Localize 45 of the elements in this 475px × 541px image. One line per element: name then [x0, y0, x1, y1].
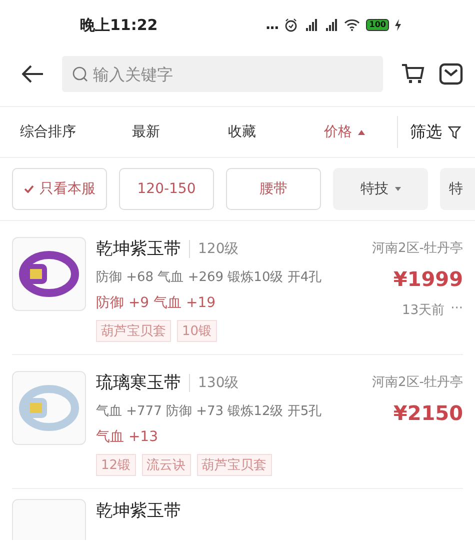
item-stats: 防御 +68 气血 +269 锻炼10级 开4孔	[96, 269, 323, 286]
alarm-icon	[284, 18, 298, 32]
filter-chip[interactable]: 120-150	[119, 168, 214, 210]
item-price: ¥2150	[393, 401, 463, 425]
battery-level: 100	[366, 19, 389, 31]
item-bonus: 气血 +13	[96, 428, 159, 446]
item-tag: 12锻	[96, 454, 136, 476]
item-level: 120级	[189, 240, 239, 258]
item-tag: 葫芦宝贝套	[96, 320, 171, 342]
item-name[interactable]: 琉璃寒玉带	[96, 371, 181, 394]
filter-icon	[448, 126, 461, 138]
item-tag: 葫芦宝贝套	[196, 454, 272, 476]
check-icon	[24, 185, 34, 193]
cart-icon[interactable]	[401, 63, 425, 85]
item-tag: 10锻	[177, 320, 217, 342]
back-icon[interactable]	[22, 65, 44, 83]
status-time: 晚上11:22	[80, 16, 158, 34]
item-level: 130级	[189, 374, 239, 392]
item-tag: 流云诀	[142, 454, 191, 476]
more-button[interactable]: ···	[450, 301, 463, 319]
filter-chip[interactable]: 只看本服	[12, 168, 107, 210]
filter-chip[interactable]: 腰带	[226, 168, 321, 210]
server-name: 河南2区-牡丹亭	[372, 240, 463, 257]
wifi-icon	[344, 19, 360, 31]
message-icon[interactable]	[439, 63, 463, 85]
charging-icon	[395, 19, 401, 31]
server-name: 河南2区-牡丹亭	[372, 374, 463, 391]
item-name[interactable]: 乾坤紫玉带	[96, 237, 181, 260]
item-stats: 气血 +777 防御 +73 锻炼12级 开5孔	[96, 403, 323, 420]
filter-chip[interactable]: 特技	[333, 168, 428, 210]
signal-icon	[304, 19, 318, 31]
item-name[interactable]: 乾坤紫玉带	[96, 499, 181, 522]
search-field[interactable]: 输入关键字	[62, 56, 383, 92]
sort-tab[interactable]: 价格	[308, 123, 388, 141]
sort-tab[interactable]: 最新	[116, 123, 212, 141]
listed-time: 13天前	[402, 302, 445, 319]
filter-button[interactable]: 筛选	[398, 122, 475, 142]
caret-icon	[394, 187, 400, 191]
sort-tab[interactable]: 收藏	[212, 123, 308, 141]
notification-dots: ...	[265, 17, 278, 33]
item-bonus: 防御 +9 气血 +19	[96, 294, 217, 312]
sort-tab[interactable]: 综合排序	[20, 123, 116, 141]
item-price: ¥1999	[393, 267, 463, 291]
signal-icon	[324, 19, 338, 31]
filter-chip[interactable]: 特	[440, 168, 475, 210]
